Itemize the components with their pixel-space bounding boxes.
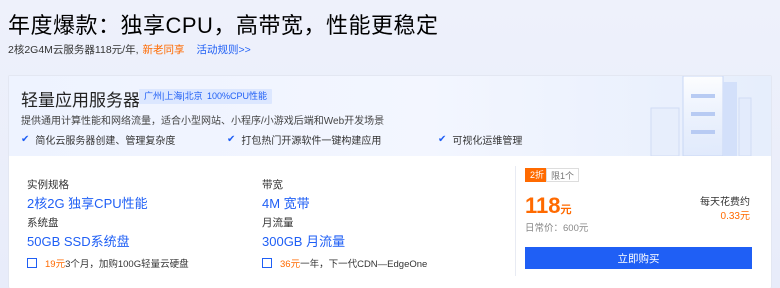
addon-text: 一年，下一代CDN—EdgeOne xyxy=(300,259,428,270)
limit-tag: 限1个 xyxy=(546,168,580,182)
sale-price: 118元 xyxy=(525,193,572,219)
product-card: 轻量应用服务器 广州|上海|北京 100%CPU性能 提供通用计算性能和网络流量… xyxy=(8,75,772,288)
checkbox-icon[interactable] xyxy=(27,258,37,268)
original-price: 日常价：600元 xyxy=(525,223,589,234)
spec-value-instance: 2核2G 独享CPU性能 xyxy=(27,196,148,211)
divider xyxy=(515,166,516,276)
cpu-badge: 100%CPU性能 xyxy=(202,89,273,104)
checkbox-icon[interactable] xyxy=(262,258,272,268)
addon-price: 19元 xyxy=(45,259,66,270)
daily-cost-label: 每天花费约 xyxy=(700,197,750,208)
check-icon: ✔ xyxy=(438,134,447,145)
check-icon: ✔ xyxy=(21,134,30,145)
spec-value-traffic: 300GB 月流量 xyxy=(262,234,346,249)
feature-item: ✔ 打包热门开源软件一键构建应用 xyxy=(227,132,381,147)
feature-label: 简化云服务器创建、管理复杂度 xyxy=(35,136,176,147)
addon-cdn-option[interactable]: 36元 一年，下一代CDN—EdgeOne xyxy=(262,256,427,270)
feature-label: 打包热门开源软件一键构建应用 xyxy=(241,136,382,147)
check-icon: ✔ xyxy=(227,134,236,145)
buy-now-button[interactable]: 立即购买 xyxy=(525,247,752,269)
spec-label-bandwidth: 带宽 xyxy=(262,179,283,191)
addon-text: 3个月，加购100G轻量云硬盘 xyxy=(65,259,189,270)
product-title: 轻量应用服务器 xyxy=(21,91,140,110)
feature-label: 可视化运维管理 xyxy=(452,136,523,147)
feature-item: ✔ 简化云服务器创建、管理复杂度 xyxy=(21,132,175,147)
price-unit: 元 xyxy=(560,204,572,216)
promo-text: 2核2G4M云服务器118元/年, xyxy=(8,44,139,56)
spec-label-disk: 系统盘 xyxy=(27,217,59,229)
region-badge: 广州|上海|北京 xyxy=(139,89,208,104)
addon-price: 36元 xyxy=(280,259,301,270)
promo-subline: 2核2G4M云服务器118元/年, 新老同享 活动规则>> xyxy=(8,42,251,57)
product-description: 提供通用计算性能和网络流量，适合小型网站、小程序/小游戏后端和Web开发场景 xyxy=(21,116,385,127)
price-number: 118 xyxy=(525,193,561,218)
daily-cost-value: 0.33元 xyxy=(720,211,750,222)
page-headline: 年度爆款：独享CPU，高带宽，性能更稳定 xyxy=(8,13,439,38)
server-illustration-icon xyxy=(650,76,752,156)
rules-link[interactable]: 活动规则>> xyxy=(197,42,251,57)
spec-label-traffic: 月流量 xyxy=(262,217,294,229)
feature-item: ✔ 可视化运维管理 xyxy=(438,132,522,147)
spec-value-bandwidth: 4M 宽带 xyxy=(262,196,310,211)
addon-disk-option[interactable]: 19元 3个月，加购100G轻量云硬盘 xyxy=(27,256,189,270)
spec-label-instance: 实例规格 xyxy=(27,179,69,191)
new-user-tag: 新老同享 xyxy=(142,44,185,56)
spec-value-disk: 50GB SSD系统盘 xyxy=(27,234,130,249)
